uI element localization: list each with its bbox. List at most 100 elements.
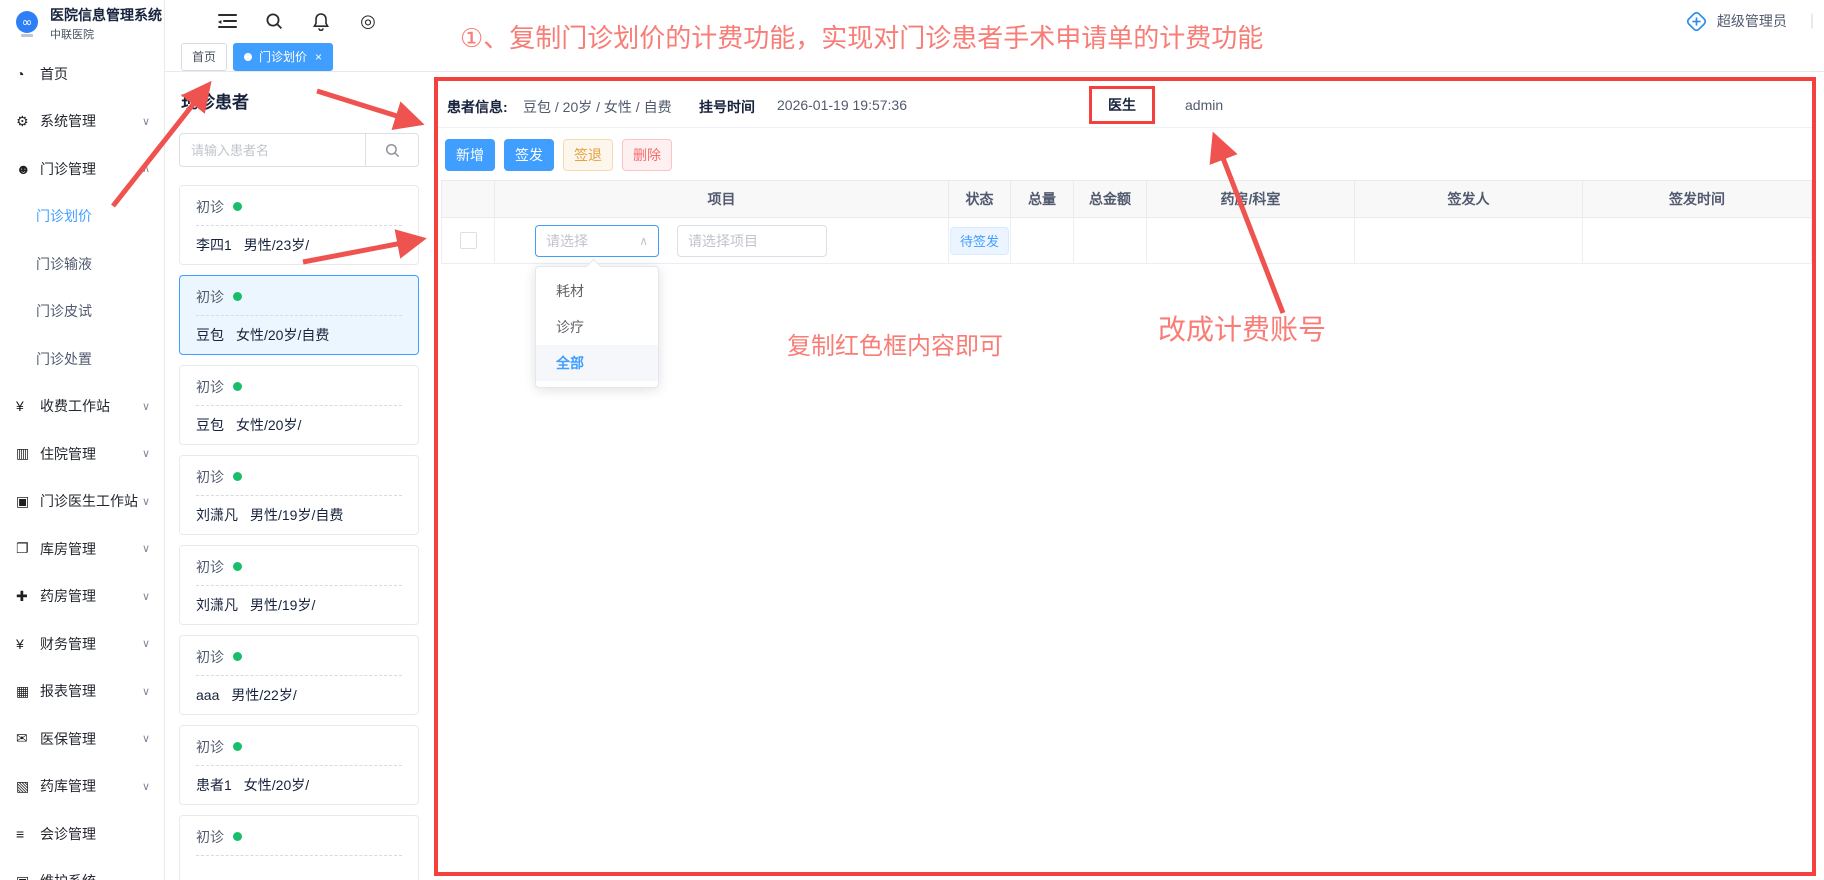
column-header-issuer: 签发人: [1355, 180, 1583, 218]
item-type-dropdown: 耗材 诊疗 全部: [535, 266, 659, 388]
delete-button[interactable]: 删除: [622, 139, 672, 171]
tab-home[interactable]: 首页: [181, 43, 227, 71]
issue-button[interactable]: 签发: [504, 139, 554, 171]
chevron-down-icon: ∨: [142, 447, 150, 460]
chevron-down-icon: ∨: [142, 685, 150, 698]
status-dot: [233, 472, 242, 481]
add-button[interactable]: 新增: [445, 139, 495, 171]
table-row: 请选择 ∧ 待签发: [441, 218, 1812, 264]
app-logo-row: ∞ 医院信息管理系统 中联医院: [0, 0, 164, 42]
chevron-down-icon: ∨: [142, 732, 150, 745]
column-header-total-amount: 总金额: [1074, 180, 1147, 218]
monitor-icon: ▣: [16, 873, 40, 880]
documents-icon: ❐: [16, 540, 40, 557]
dropdown-option-treatment[interactable]: 诊疗: [536, 309, 658, 345]
dropdown-option-all[interactable]: 全部: [536, 345, 658, 381]
dropdown-option-consumables[interactable]: 耗材: [536, 273, 658, 309]
status-dot: [233, 652, 242, 661]
sidebar-item-pharmacy-mgmt[interactable]: ✚ 药房管理 ∨: [0, 573, 164, 621]
patient-card[interactable]: 初诊 刘潇凡男性/19岁/: [179, 545, 419, 625]
patient-card[interactable]: 初诊 豆包女性/20岁/: [179, 365, 419, 445]
chevron-down-icon: ∨: [142, 115, 150, 128]
cross-icon: ✚: [16, 588, 40, 605]
annotation-note-billing-account: 改成计费账号: [1158, 308, 1326, 348]
cell-total-amount: [1074, 218, 1147, 264]
sidebar-item-charge-station[interactable]: ¥ 收费工作站 ∨: [0, 383, 164, 431]
yen-icon: ¥: [16, 398, 40, 414]
yen-icon: ¥: [16, 636, 40, 652]
sidebar-item-report-mgmt[interactable]: ▦ 报表管理 ∨: [0, 668, 164, 716]
user-area[interactable]: 超级管理员 |: [1685, 10, 1814, 33]
patient-card[interactable]: 初诊 患者1女性/20岁/: [179, 725, 419, 805]
status-dot: [233, 202, 242, 211]
tab-close-icon[interactable]: ×: [315, 50, 322, 64]
sidebar-item-consultation-mgmt[interactable]: ≡ 会诊管理: [0, 810, 164, 858]
sidebar-item-home[interactable]: ◔ 首页: [0, 50, 164, 98]
chevron-down-icon: ∨: [142, 590, 150, 603]
sidebar-item-finance-mgmt[interactable]: ¥ 财务管理 ∨: [0, 620, 164, 668]
mail-icon: ✉: [16, 730, 40, 747]
row-checkbox[interactable]: [460, 232, 477, 249]
sidebar-item-outpatient-doctor-station[interactable]: ▣ 门诊医生工作站 ∨: [0, 478, 164, 526]
app-subtitle: 中联医院: [50, 26, 162, 42]
bar-chart-icon: ▥: [16, 445, 40, 462]
cell-issue-time: [1583, 218, 1812, 264]
table-header-row: 项目 状态 总量 总金额 药房/科室 签发人 签发时间: [441, 180, 1812, 218]
chevron-down-icon: ∨: [142, 495, 150, 508]
item-search-input[interactable]: [677, 225, 827, 257]
gear-icon: ⚙: [16, 113, 40, 130]
sidebar-item-insurance-mgmt[interactable]: ✉ 医保管理 ∨: [0, 715, 164, 763]
column-header-status: 状态: [949, 180, 1011, 218]
patient-search-group: [179, 133, 419, 167]
sidebar-menu: ◔ 首页 ⚙ 系统管理 ∨ ☻ 门诊管理 ∧ 门诊划价 门诊输液 门诊皮试: [0, 50, 164, 880]
registration-time-value: 2026-01-19 19:57:36: [777, 97, 907, 113]
patient-card-list: 初诊 李四1男性/23岁/ 初诊 豆包女性/20岁/自费 初诊 豆包女性/20岁…: [179, 185, 419, 880]
bullseye-icon[interactable]: ◎: [358, 11, 378, 31]
sidebar-item-storehouse-mgmt[interactable]: ❐ 库房管理 ∨: [0, 525, 164, 573]
search-icon[interactable]: [264, 11, 284, 31]
column-header-pharmacy-dept: 药房/科室: [1147, 180, 1355, 218]
billing-table: 项目 状态 总量 总金额 药房/科室 签发人 签发时间 请选择 ∧ 待签发: [441, 180, 1812, 264]
patient-card[interactable]: 初诊 aaa男性/22岁/: [179, 635, 419, 715]
bell-icon[interactable]: [311, 11, 331, 31]
sidebar-item-outpatient-mgmt[interactable]: ☻ 门诊管理 ∧: [0, 145, 164, 193]
chevron-down-icon: ∨: [142, 542, 150, 555]
sidebar-item-outpatient-pricing[interactable]: 门诊划价: [0, 193, 164, 241]
doctor-value: admin: [1185, 97, 1223, 113]
sidebar-item-outpatient-treatment[interactable]: 门诊处置: [0, 335, 164, 383]
patient-panel-title: 现诊患者: [181, 88, 419, 113]
chevron-up-icon: ∧: [142, 162, 150, 175]
tab-outpatient-pricing[interactable]: 门诊划价 ×: [233, 43, 333, 71]
sidebar-item-system-mgmt[interactable]: ⚙ 系统管理 ∨: [0, 98, 164, 146]
users-icon: ☻: [16, 161, 40, 177]
list-icon: ≡: [16, 826, 40, 842]
revoke-button[interactable]: 签退: [563, 139, 613, 171]
status-badge: 待签发: [950, 227, 1009, 255]
patient-search-input[interactable]: [179, 133, 365, 167]
doctor-label: 医生: [1108, 95, 1136, 115]
chevron-down-icon: ∨: [142, 780, 150, 793]
hospital-information-system: ∞ 医院信息管理系统 中联医院 ◔ 首页 ⚙ 系统管理 ∨ ☻ 门诊管理 ∧: [0, 0, 1824, 880]
menu-fold-icon[interactable]: [217, 11, 237, 31]
sidebar-item-drug-storage-mgmt[interactable]: ▧ 药库管理 ∨: [0, 763, 164, 811]
cell-item: 请选择 ∧: [495, 218, 949, 264]
sidebar-item-outpatient-infusion[interactable]: 门诊输液: [0, 240, 164, 288]
chevron-down-icon: ∨: [142, 637, 150, 650]
patient-card[interactable]: 初诊 李四1男性/23岁/: [179, 185, 419, 265]
patient-search-button[interactable]: [365, 133, 419, 167]
sidebar-item-outpatient-skin-test[interactable]: 门诊皮试: [0, 288, 164, 336]
patient-card[interactable]: 初诊: [179, 815, 419, 880]
app-logo-icon: ∞: [12, 9, 42, 39]
column-header-issue-time: 签发时间: [1583, 180, 1812, 218]
item-type-select[interactable]: 请选择 ∧: [535, 225, 659, 257]
patient-card[interactable]: 初诊 刘潇凡男性/19岁/自费: [179, 455, 419, 535]
patient-card-selected[interactable]: 初诊 豆包女性/20岁/自费: [179, 275, 419, 355]
annotation-note-top: ①、复制门诊划价的计费功能，实现对门诊患者手术申请单的计费功能: [460, 18, 1263, 55]
patient-info-label: 患者信息:: [447, 97, 508, 117]
sidebar-item-inpatient-mgmt[interactable]: ▥ 住院管理 ∨: [0, 430, 164, 478]
dashboard-icon: ◔: [16, 66, 40, 82]
tab-active-dot: [244, 53, 252, 61]
status-dot: [233, 382, 242, 391]
column-header-item: 项目: [495, 180, 949, 218]
sidebar-item-maintenance-system[interactable]: ▣ 维护系统: [0, 858, 164, 880]
